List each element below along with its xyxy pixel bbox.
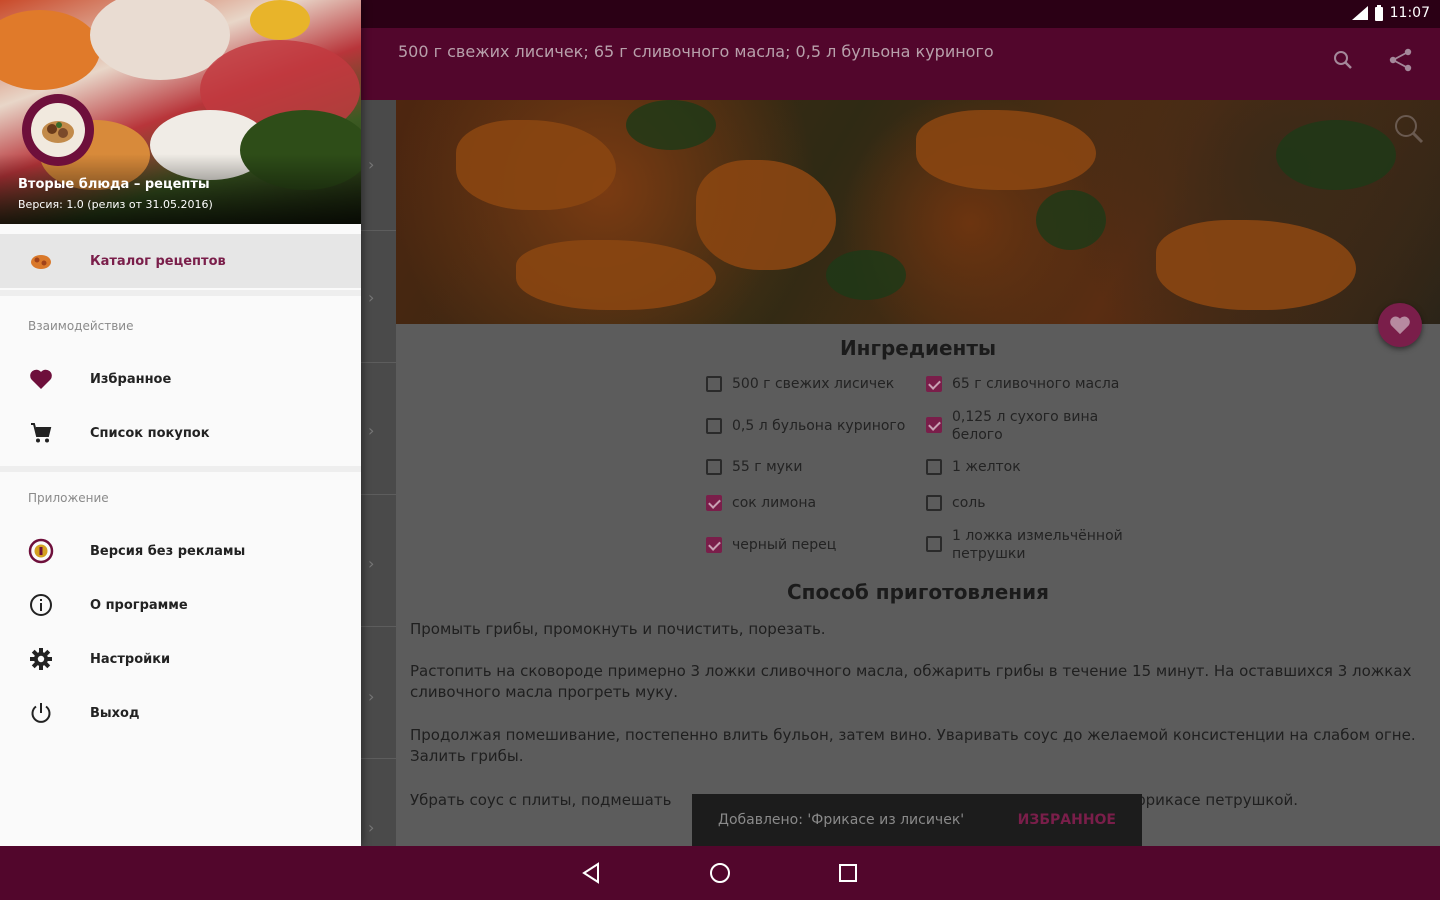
list-strip bbox=[361, 100, 396, 846]
signal-icon bbox=[1351, 6, 1368, 20]
checkbox[interactable] bbox=[926, 495, 942, 511]
nav-item-shopping-list[interactable]: Список покупок bbox=[0, 406, 361, 460]
chevron-right-icon[interactable]: › bbox=[368, 288, 374, 307]
nav-item-label: Выход bbox=[90, 705, 140, 721]
battery-icon bbox=[1374, 5, 1384, 21]
cart-icon bbox=[28, 420, 54, 446]
strip-divider bbox=[361, 494, 396, 495]
navigation-drawer: Вторые блюда – рецепты Версия: 1.0 (рели… bbox=[0, 0, 361, 846]
ingredient-item[interactable]: сок лимона bbox=[706, 494, 816, 512]
app-bar bbox=[361, 28, 1440, 100]
search-icon[interactable] bbox=[1332, 48, 1354, 72]
section-header-interaction: Взаимодействие bbox=[28, 319, 134, 333]
nav-item-label: Список покупок bbox=[90, 425, 210, 441]
coin-icon bbox=[28, 538, 54, 564]
heart-icon bbox=[28, 366, 54, 392]
info-icon bbox=[28, 592, 54, 618]
power-icon bbox=[28, 700, 54, 726]
checkbox[interactable] bbox=[706, 459, 722, 475]
chevron-right-icon[interactable]: › bbox=[368, 818, 374, 837]
home-icon[interactable] bbox=[708, 861, 732, 885]
app-logo bbox=[22, 94, 94, 166]
checkbox-checked[interactable] bbox=[926, 376, 942, 392]
checkbox[interactable] bbox=[926, 536, 942, 552]
strip-divider bbox=[361, 626, 396, 627]
nav-item-exit[interactable]: Выход bbox=[0, 686, 361, 740]
nav-item-favorites[interactable]: Избранное bbox=[0, 352, 361, 406]
app-title: Вторые блюда – рецепты bbox=[18, 177, 210, 192]
heart-icon bbox=[1389, 315, 1411, 335]
nav-item-label: Каталог рецептов bbox=[90, 253, 226, 269]
ingredient-item[interactable]: 1 ложка измельчённой петрушки bbox=[926, 527, 1136, 563]
ingredient-item[interactable]: 500 г свежих лисичек bbox=[706, 375, 894, 393]
ingredient-item[interactable]: черный перец bbox=[706, 536, 836, 554]
ingredient-item[interactable]: 55 г муки bbox=[706, 458, 802, 476]
strip-divider bbox=[361, 230, 396, 231]
step-text: Растопить на сковороде примерно 3 ложки … bbox=[410, 662, 1412, 701]
step-text: Промыть грибы, промокнуть и почистить, п… bbox=[410, 620, 826, 638]
checkbox-checked[interactable] bbox=[706, 495, 722, 511]
ingredient-item[interactable]: 0,125 л сухого вина белого bbox=[926, 408, 1116, 444]
share-icon[interactable] bbox=[1388, 48, 1414, 72]
gear-icon bbox=[28, 646, 54, 672]
checkbox-checked[interactable] bbox=[706, 537, 722, 553]
chevron-right-icon[interactable]: › bbox=[368, 421, 374, 440]
catalog-icon bbox=[28, 248, 54, 274]
snackbar-message: Добавлено: 'Фрикасе из лисичек' bbox=[718, 812, 965, 828]
system-nav-bar bbox=[0, 846, 1440, 900]
nav-item-label: О программе bbox=[90, 597, 188, 613]
nav-item-catalog[interactable]: Каталог рецептов bbox=[0, 234, 361, 288]
ingredient-item[interactable]: 0,5 л бульона куриного bbox=[706, 417, 905, 435]
recipe-photo bbox=[396, 100, 1440, 324]
ingredients-title: Ингредиенты bbox=[839, 336, 997, 360]
chevron-right-icon[interactable]: › bbox=[368, 687, 374, 706]
checkbox-checked[interactable] bbox=[926, 417, 942, 433]
app-bar-title: 500 г свежих лисичек; 65 г сливочного ма… bbox=[398, 42, 994, 61]
ingredient-item[interactable]: соль bbox=[926, 494, 985, 512]
strip-divider bbox=[361, 758, 396, 759]
nav-item-settings[interactable]: Настройки bbox=[0, 632, 361, 686]
nav-item-label: Версия без рекламы bbox=[90, 543, 246, 559]
ingredient-item[interactable]: 1 желток bbox=[926, 458, 1021, 476]
checkbox[interactable] bbox=[706, 418, 722, 434]
drawer-header: Вторые блюда – рецепты Версия: 1.0 (рели… bbox=[0, 0, 361, 224]
method-title: Способ приготовления bbox=[787, 580, 1049, 604]
recents-icon[interactable] bbox=[836, 861, 860, 885]
ingredient-item[interactable]: 65 г сливочного масла bbox=[926, 375, 1119, 393]
chevron-right-icon[interactable]: › bbox=[368, 554, 374, 573]
app-version: Версия: 1.0 (релиз от 31.05.2016) bbox=[18, 198, 213, 211]
checkbox[interactable] bbox=[926, 459, 942, 475]
strip-divider bbox=[361, 362, 396, 363]
checkbox[interactable] bbox=[706, 376, 722, 392]
back-icon[interactable] bbox=[580, 861, 604, 885]
nav-item-label: Избранное bbox=[90, 371, 172, 387]
drawer-divider bbox=[0, 466, 361, 472]
step-text: Продолжая помешивание, постепенно влить … bbox=[410, 726, 1416, 765]
snackbar-action-button[interactable]: ИЗБРАННОЕ bbox=[1018, 812, 1116, 828]
zoom-icon[interactable] bbox=[1392, 112, 1426, 146]
drawer-divider bbox=[0, 290, 361, 296]
status-time: 11:07 bbox=[1389, 5, 1430, 21]
snackbar: Добавлено: 'Фрикасе из лисичек' ИЗБРАННО… bbox=[692, 794, 1142, 846]
nav-item-ad-free[interactable]: Версия без рекламы bbox=[0, 524, 361, 578]
chevron-right-icon[interactable]: › bbox=[368, 155, 374, 174]
section-header-app: Приложение bbox=[28, 491, 109, 505]
nav-item-label: Настройки bbox=[90, 651, 171, 667]
nav-item-about[interactable]: О программе bbox=[0, 578, 361, 632]
